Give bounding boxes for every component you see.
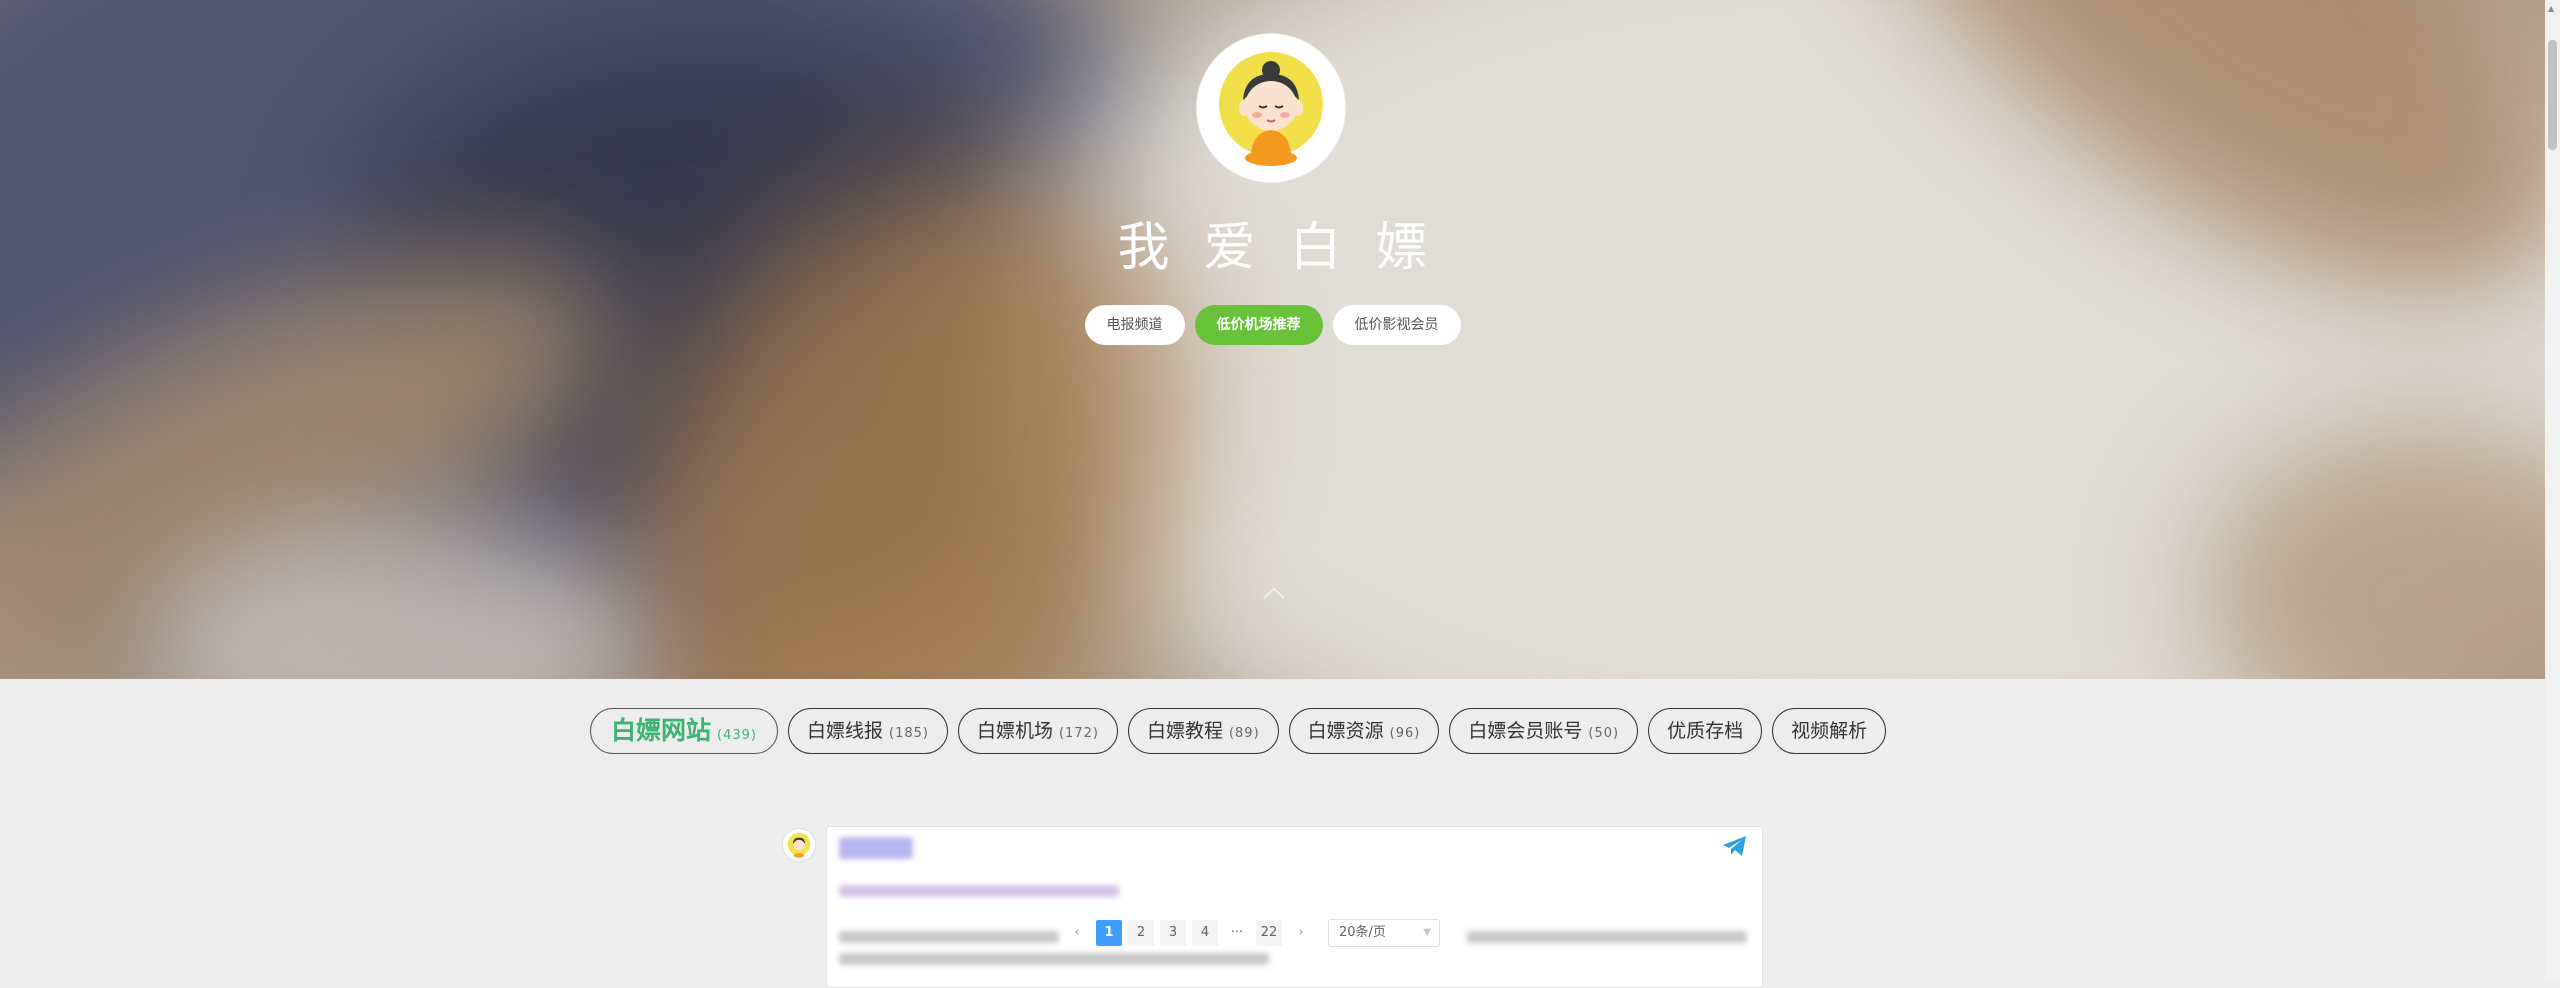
chevron-down-icon: ▼	[1423, 927, 1431, 938]
tab-label: 白嫖教程	[1146, 720, 1223, 742]
tab-count: (96)	[1389, 726, 1421, 741]
tab-label: 白嫖机场	[976, 720, 1053, 742]
hero-button-group: 电报频道 低价机场推荐 低价影视会员	[0, 305, 2545, 345]
cheap-airport-button[interactable]: 低价机场推荐	[1194, 305, 1323, 345]
category-tabs: 白嫖网站 (439) 白嫖线报 (185) 白嫖机场 (172) 白嫖教程 (89) 白…	[590, 708, 1887, 754]
tab-count: (172)	[1058, 726, 1099, 741]
telegram-channel-button[interactable]: 电报频道	[1084, 305, 1185, 345]
page-size-value: 20条/页	[1339, 925, 1386, 940]
hero-banner: 我爱白嫖 电报频道 低价机场推荐 低价影视会员	[0, 0, 2545, 679]
site-avatar[interactable]	[1197, 34, 1345, 182]
scroll-thumb[interactable]	[2548, 40, 2557, 150]
page-4[interactable]: 4	[1192, 920, 1218, 946]
chevron-up-icon[interactable]	[1262, 585, 1286, 604]
tab-label: 视频解析	[1791, 720, 1868, 742]
tab-tutorials[interactable]: 白嫖教程 (89)	[1127, 708, 1279, 754]
tab-video-parse[interactable]: 视频解析	[1772, 708, 1887, 754]
tab-archives[interactable]: 优质存档	[1648, 708, 1763, 754]
tab-count: (185)	[889, 726, 929, 741]
tab-count: (89)	[1228, 726, 1260, 741]
post-line-blurred	[1467, 931, 1747, 943]
tab-count: (50)	[1588, 726, 1620, 741]
page-1[interactable]: 1	[1096, 920, 1122, 946]
tab-airports[interactable]: 白嫖机场 (172)	[957, 708, 1118, 754]
post-card[interactable]	[826, 826, 1763, 988]
pagination: ‹ 1 2 3 4 ··· 22 › 20条/页 ▼	[1064, 919, 1440, 947]
cheap-video-vip-button[interactable]: 低价影视会员	[1332, 305, 1461, 345]
buddha-avatar-icon	[1197, 34, 1345, 182]
page-2[interactable]: 2	[1128, 920, 1154, 946]
tab-label: 白嫖线报	[806, 720, 883, 742]
post-line-blurred	[839, 953, 1269, 965]
tab-label: 优质存档	[1667, 720, 1744, 742]
post-line-blurred	[839, 931, 1059, 943]
site-title: 我爱白嫖	[1117, 218, 1462, 278]
post-line-blurred	[839, 885, 1119, 897]
page-scrollbar[interactable]: ▲	[2545, 0, 2560, 979]
tab-label: 白嫖会员账号	[1468, 720, 1583, 742]
avatar[interactable]	[782, 828, 816, 862]
post-author-blurred	[839, 837, 913, 859]
tab-label: 白嫖资源	[1307, 720, 1384, 742]
chevron-left-icon[interactable]: ‹	[1064, 920, 1090, 946]
chevron-right-icon[interactable]: ›	[1288, 920, 1314, 946]
tab-count: (439)	[717, 728, 757, 743]
tab-label: 白嫖网站	[611, 716, 712, 745]
buddha-avatar-icon	[783, 829, 815, 861]
page-3[interactable]: 3	[1160, 920, 1186, 946]
page-last[interactable]: 22	[1256, 920, 1282, 946]
tab-resources[interactable]: 白嫖资源 (96)	[1288, 708, 1440, 754]
tab-vip-accounts[interactable]: 白嫖会员账号 (50)	[1449, 708, 1639, 754]
tab-deals[interactable]: 白嫖线报 (185)	[787, 708, 948, 754]
telegram-send-icon[interactable]	[1722, 835, 1748, 861]
page-size-select[interactable]: 20条/页 ▼	[1328, 919, 1440, 947]
tab-websites[interactable]: 白嫖网站 (439)	[590, 708, 778, 754]
page-ellipsis[interactable]: ···	[1224, 920, 1250, 946]
scroll-up-icon[interactable]: ▲	[2548, 4, 2554, 13]
